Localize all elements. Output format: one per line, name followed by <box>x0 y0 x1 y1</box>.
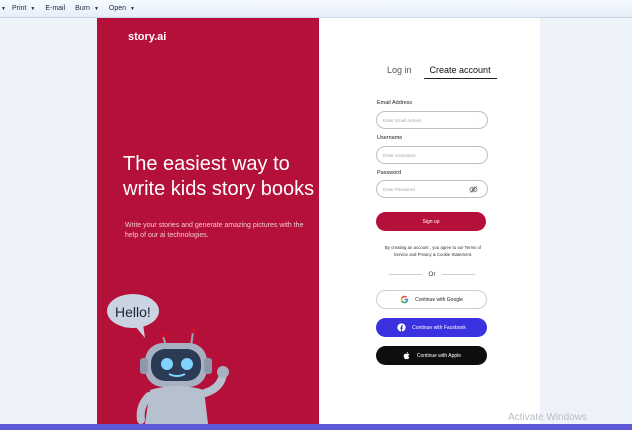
speech-bubble: Hello! <box>107 294 159 338</box>
print-menu[interactable]: Print ▼ <box>12 5 35 12</box>
burn-menu[interactable]: Burn ▼ <box>75 5 99 12</box>
robot-illustration: Hello! <box>107 294 229 424</box>
chevron-down-icon: ▼ <box>93 5 99 12</box>
open-menu[interactable]: Open ▼ <box>109 5 135 12</box>
tab-create-account[interactable]: Create account <box>423 65 497 79</box>
chevron-down-icon: ▼ <box>130 5 135 12</box>
or-text: Or <box>428 271 436 278</box>
signup-button[interactable]: Sign up <box>376 212 486 231</box>
google-icon <box>400 295 409 304</box>
first-menu-dropdown[interactable]: ▼ <box>0 6 6 12</box>
continue-with-facebook-button[interactable]: Continue with Facebook <box>376 318 487 337</box>
hero-headline: The easiest way to write kids story book… <box>123 153 315 200</box>
brand-logo: story.ai <box>128 31 167 43</box>
email-label: Email Address <box>377 100 413 106</box>
facebook-icon <box>397 323 406 332</box>
auth-tabs: Log in Create account <box>381 65 497 79</box>
signup-form-panel: Log in Create account Email Address User… <box>319 18 540 424</box>
facebook-button-label: Continue with Facebook <box>412 324 466 331</box>
open-label: Open <box>108 5 127 12</box>
google-button-label: Continue with Google <box>415 296 463 303</box>
bubble-text: Hello! <box>115 304 151 320</box>
brand-panel: story.ai The easiest way to write kids s… <box>97 18 319 424</box>
username-label: Username <box>377 135 403 141</box>
divider-line <box>389 274 423 275</box>
activate-windows-watermark: Activate Windows <box>508 412 587 423</box>
username-field[interactable] <box>376 146 488 164</box>
terms-text: By creating an account , you agree to ou… <box>384 245 482 257</box>
chevron-down-icon: ▼ <box>30 5 36 12</box>
or-divider: Or <box>389 271 476 278</box>
email-label: E-mail <box>45 5 66 12</box>
divider-line <box>441 274 476 275</box>
bottom-bar <box>0 424 632 430</box>
viewer-toolbar: ▼ Print ▼ E-mail Burn ▼ Open ▼ <box>0 0 632 18</box>
apple-button-label: Continue with Apple <box>416 352 462 359</box>
continue-with-apple-button[interactable]: Continue with Apple <box>376 346 487 365</box>
email-button[interactable]: E-mail <box>45 5 65 12</box>
email-field[interactable] <box>376 111 488 129</box>
continue-with-google-button[interactable]: Continue with Google <box>376 290 487 309</box>
eye-off-icon[interactable] <box>469 185 478 194</box>
burn-label: Burn <box>75 5 90 12</box>
chevron-down-icon: ▼ <box>1 5 6 12</box>
print-label: Print <box>11 5 27 12</box>
tab-login[interactable]: Log in <box>381 65 418 79</box>
apple-icon <box>402 351 411 360</box>
password-label: Password <box>377 170 402 176</box>
hero-subline: Write your stories and generate amazing … <box>125 222 304 239</box>
